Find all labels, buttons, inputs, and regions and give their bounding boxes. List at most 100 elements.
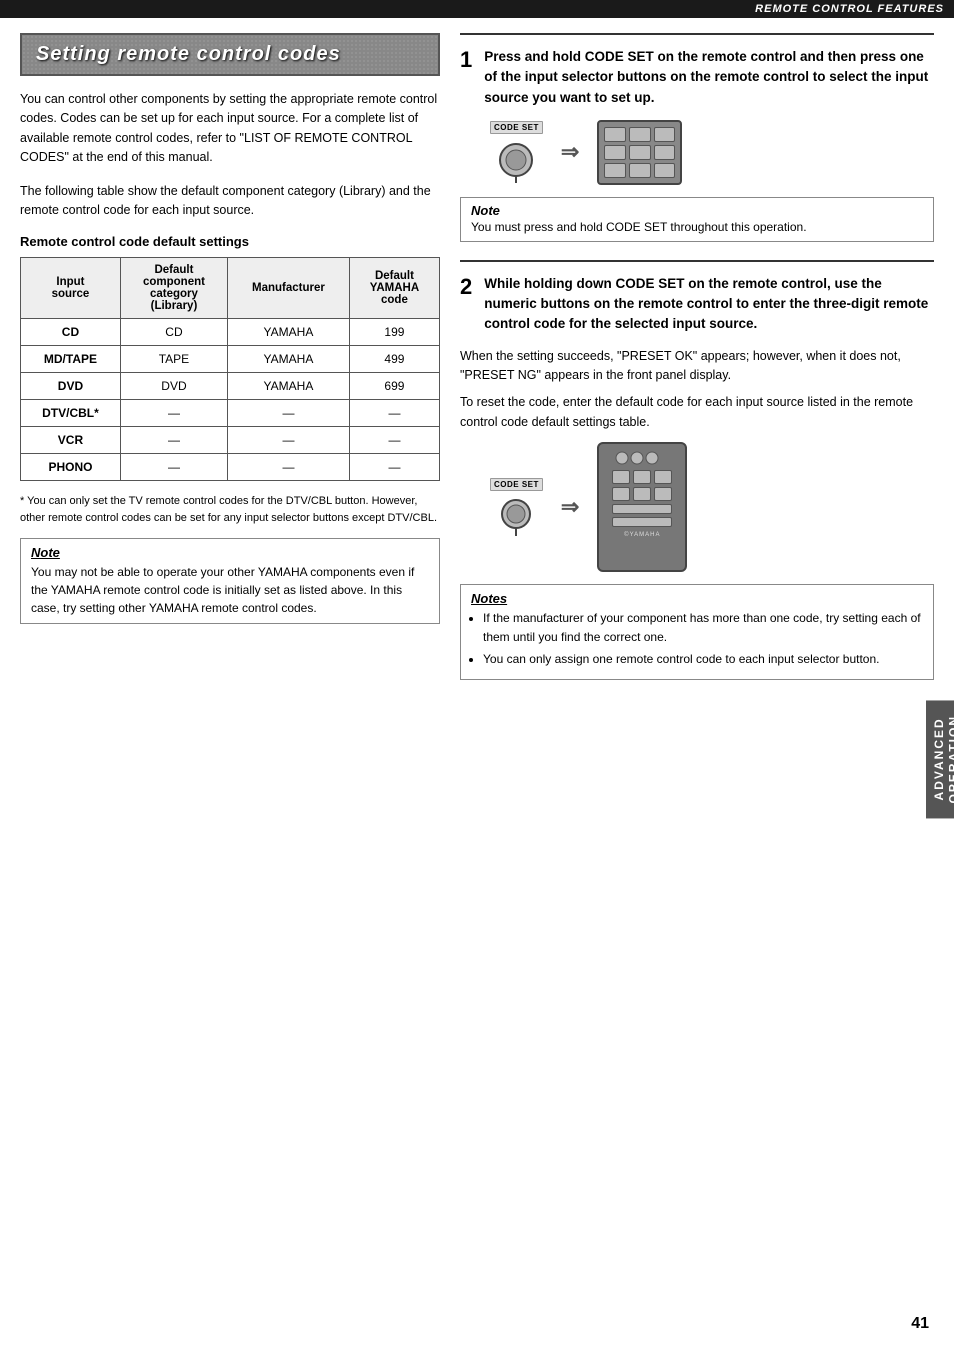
table-row: PHONO——— [21,454,440,481]
table-cell-3-1: — [120,400,227,427]
key-7 [604,163,626,178]
table-cell-3-2: — [228,400,350,427]
step-2-illustration: CODE SET ⇒ [490,442,934,572]
col-header-manufacturer: Manufacturer [228,258,350,319]
key-8 [629,163,651,178]
step-2-body-1: When the setting succeeds, "PRESET OK" a… [460,347,934,386]
key-6 [654,145,676,160]
remote-circles-svg [612,449,672,467]
header-bar: REMOTE CONTROL FEATURES [0,0,954,18]
section-title-box: Setting remote control codes [20,33,440,76]
table-cell-2-3: 699 [349,373,439,400]
r-key-wide-2 [612,517,672,527]
code-set-label: CODE SET [490,121,543,134]
table-cell-1-2: YAMAHA [228,346,350,373]
remote-row-1 [604,470,680,484]
step-2-number: 2 [460,274,472,298]
step-1-number: 1 [460,47,472,71]
remote-row-4 [604,517,680,527]
note-item-2: You can only assign one remote control c… [483,650,923,669]
r-key-5 [633,487,651,501]
remote-brand-label: ©YAMAHA [604,532,680,538]
section-title-text: Setting remote control codes [36,43,424,66]
remote-full-illustration: ©YAMAHA [597,442,687,572]
code-set-svg [496,138,536,183]
r-key-3 [654,470,672,484]
code-set-label-2: CODE SET [490,478,543,491]
key-9 [654,163,676,178]
step-1-header: 1 Press and hold CODE SET on the remote … [460,47,934,108]
step-2-arrow: ⇒ [561,494,579,520]
table-cell-4-1: — [120,427,227,454]
table-cell-4-0: VCR [21,427,121,454]
table-cell-1-0: MD/TAPE [21,346,121,373]
r-key-wide-1 [612,504,672,514]
left-note-label: Note [31,545,429,560]
table-cell-4-3: — [349,427,439,454]
table-cell-0-1: CD [120,319,227,346]
step-2-body-2: To reset the code, enter the default cod… [460,393,934,432]
step-2-text: While holding down CODE SET on the remot… [484,274,934,335]
table-cell-2-0: DVD [21,373,121,400]
step-1-section: 1 Press and hold CODE SET on the remote … [460,33,934,242]
intro-para-1: You can control other components by sett… [20,90,440,168]
table-cell-0-3: 199 [349,319,439,346]
remote-row-circles [604,449,680,467]
step-1-note-text: You must press and hold CODE SET through… [471,218,923,236]
table-row: CDCDYAMAHA199 [21,319,440,346]
left-note-block: Note You may not be able to operate your… [20,538,440,624]
step-2-notes-block: Notes If the manufacturer of your compon… [460,584,934,680]
step-1-note-label: Note [471,203,500,218]
side-tab-line1: ADVANCED [932,718,946,801]
code-set-svg-2 [498,495,534,537]
key-3 [654,127,676,142]
table-cell-1-3: 499 [349,346,439,373]
table-cell-0-2: YAMAHA [228,319,350,346]
remote-row-2 [604,487,680,501]
key-4 [604,145,626,160]
key-1 [604,127,626,142]
col-header-default: Defaultcomponentcategory(Library) [120,258,227,319]
code-set-button-illustration: CODE SET [490,121,543,183]
code-set-button-2-illustration: CODE SET [490,478,543,537]
r-key-2 [633,470,651,484]
col-header-yamaha-code: DefaultYAMAHAcode [349,258,439,319]
r-key-1 [612,470,630,484]
intro-para-2: The following table show the default com… [20,182,440,221]
table-cell-1-1: TAPE [120,346,227,373]
step-1-text: Press and hold CODE SET on the remote co… [484,47,934,108]
table-cell-5-2: — [228,454,350,481]
table-row: VCR——— [21,427,440,454]
remote-row-3 [604,504,680,514]
r-key-4 [612,487,630,501]
table-row: DTV/CBL*——— [21,400,440,427]
header-title: REMOTE CONTROL FEATURES [755,3,944,15]
table-row: DVDDVDYAMAHA699 [21,373,440,400]
right-column: 1 Press and hold CODE SET on the remote … [460,33,934,698]
table-footnote: * You can only set the TV remote control… [20,493,440,526]
left-note-text: You may not be able to operate your othe… [31,563,429,617]
page-number: 41 [911,1315,929,1333]
table-heading: Remote control code default settings [20,234,440,249]
remote-keypad-1 [597,120,682,185]
note-item-1: If the manufacturer of your component ha… [483,609,923,646]
table-cell-3-3: — [349,400,439,427]
table-cell-0-0: CD [21,319,121,346]
r-key-6 [654,487,672,501]
table-cell-4-2: — [228,427,350,454]
left-column: Setting remote control codes You can con… [20,33,440,698]
step-2-notes-list: If the manufacturer of your component ha… [471,609,923,669]
side-tab: ADVANCED OPERATION [926,700,954,818]
step-2-section: 2 While holding down CODE SET on the rem… [460,260,934,680]
table-row: MD/TAPETAPEYAMAHA499 [21,346,440,373]
step-2-header: 2 While holding down CODE SET on the rem… [460,274,934,335]
step-1-arrow: ⇒ [561,139,579,165]
side-tab-line2: OPERATION [946,715,954,803]
step-2-notes-label: Notes [471,591,923,606]
table-cell-2-1: DVD [120,373,227,400]
table-cell-5-1: — [120,454,227,481]
key-5 [629,145,651,160]
table-cell-5-0: PHONO [21,454,121,481]
table-cell-3-0: DTV/CBL* [21,400,121,427]
table-cell-2-2: YAMAHA [228,373,350,400]
